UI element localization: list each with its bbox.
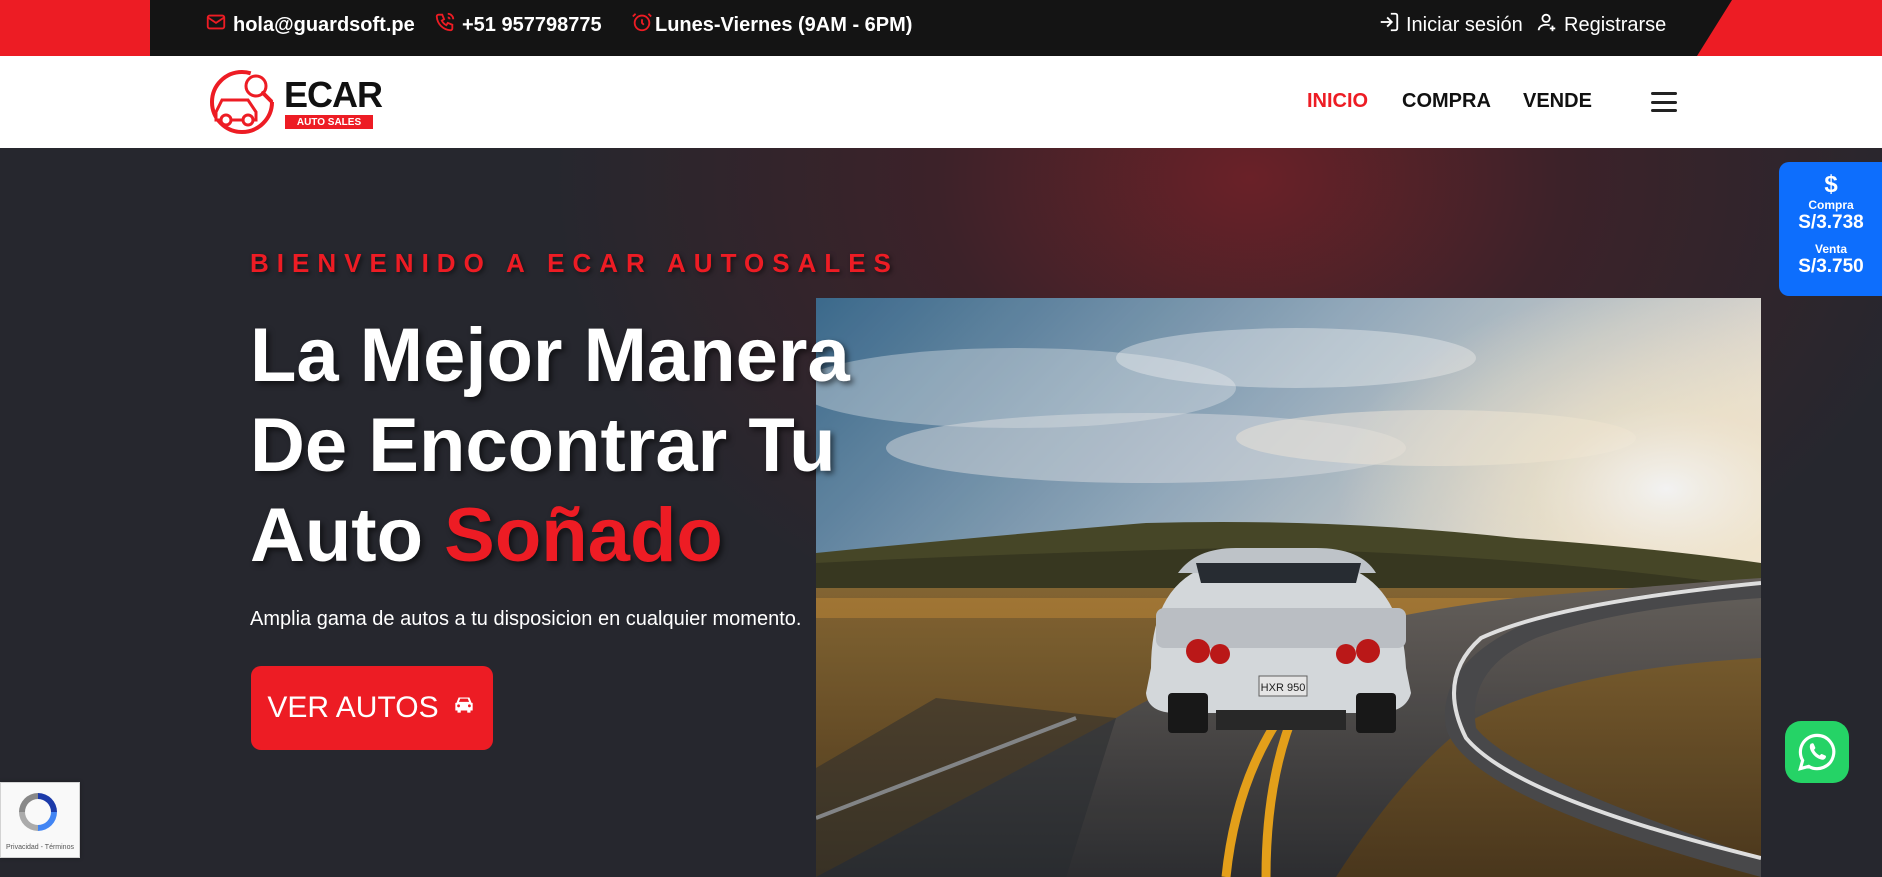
contact-email-text: hola@guardsoft.pe <box>233 13 415 36</box>
buy-rate-value: S/3.738 <box>1798 212 1864 233</box>
view-cars-button-label: VER AUTOS <box>267 691 439 724</box>
business-hours-text: Lunes-Viernes (9AM - 6PM) <box>655 13 913 36</box>
hero-headline-accent: Soñado <box>444 493 723 578</box>
sell-rate-label: Venta <box>1814 242 1847 256</box>
brand-name: ECAR <box>284 74 383 115</box>
whatsapp-button[interactable] <box>1785 721 1849 783</box>
login-icon <box>1378 11 1400 39</box>
car-icon <box>451 691 477 725</box>
contact-email[interactable]: hola@guardsoft.pe <box>205 0 415 50</box>
dollar-icon: $ <box>1824 171 1838 198</box>
brand-tagline: AUTO SALES <box>285 115 373 129</box>
hero-headline-line1: La Mejor Manera <box>250 313 850 398</box>
contact-phone-text: +51 957798775 <box>462 13 602 36</box>
phone-icon <box>434 11 456 39</box>
hero-headline: La Mejor Manera De Encontrar Tu Auto Soñ… <box>250 311 930 581</box>
nav-inicio[interactable]: INICIO <box>1307 90 1368 113</box>
buy-rate-label: Compra <box>1808 198 1854 212</box>
business-hours: Lunes-Viernes (9AM - 6PM) <box>631 0 912 50</box>
sell-rate-value: S/3.750 <box>1798 256 1864 277</box>
hero-headline-line2: De Encontrar Tu <box>250 403 836 488</box>
hero-section: HXR 950 BIENVENIDO A ECAR AUTOSALES La M… <box>0 148 1882 877</box>
hero-eyebrow: BIENVENIDO A ECAR AUTOSALES <box>250 248 899 278</box>
car-magnifier-logo-icon <box>210 70 274 134</box>
hero-subtext: Amplia gama de autos a tu disposicion en… <box>250 608 802 630</box>
hero-headline-line3: Auto <box>250 493 445 578</box>
register-link[interactable]: Registrarse <box>1536 0 1666 50</box>
contact-phone[interactable]: +51 957798775 <box>434 0 602 50</box>
view-cars-button[interactable]: VER AUTOS <box>251 666 493 750</box>
recaptcha-links: Privacidad - Términos <box>6 844 74 851</box>
register-link-label: Registrarse <box>1564 13 1667 36</box>
nav-compra[interactable]: COMPRA <box>1402 90 1491 113</box>
main-navbar: ECAR AUTO SALES INICIO COMPRA VENDE <box>0 56 1882 148</box>
login-link[interactable]: Iniciar sesión <box>1378 0 1523 50</box>
user-add-icon <box>1536 11 1558 39</box>
hamburger-icon[interactable] <box>1651 92 1677 112</box>
alarm-clock-icon <box>631 11 653 39</box>
exchange-rate-widget[interactable]: $ Compra S/3.738 Venta S/3.750 <box>1779 162 1882 296</box>
hero-car-photo: HXR 950 <box>816 298 1761 877</box>
recaptcha-icon <box>19 793 57 831</box>
nav-vende[interactable]: VENDE <box>1523 90 1592 113</box>
envelope-icon <box>205 11 227 39</box>
login-link-label: Iniciar sesión <box>1406 13 1523 36</box>
whatsapp-icon <box>1798 733 1836 771</box>
brand-logo[interactable]: ECAR AUTO SALES <box>208 68 383 136</box>
top-bar: hola@guardsoft.pe +51 957798775 Lunes-Vi… <box>0 0 1882 56</box>
recaptcha-badge[interactable]: Privacidad - Términos <box>0 782 80 858</box>
